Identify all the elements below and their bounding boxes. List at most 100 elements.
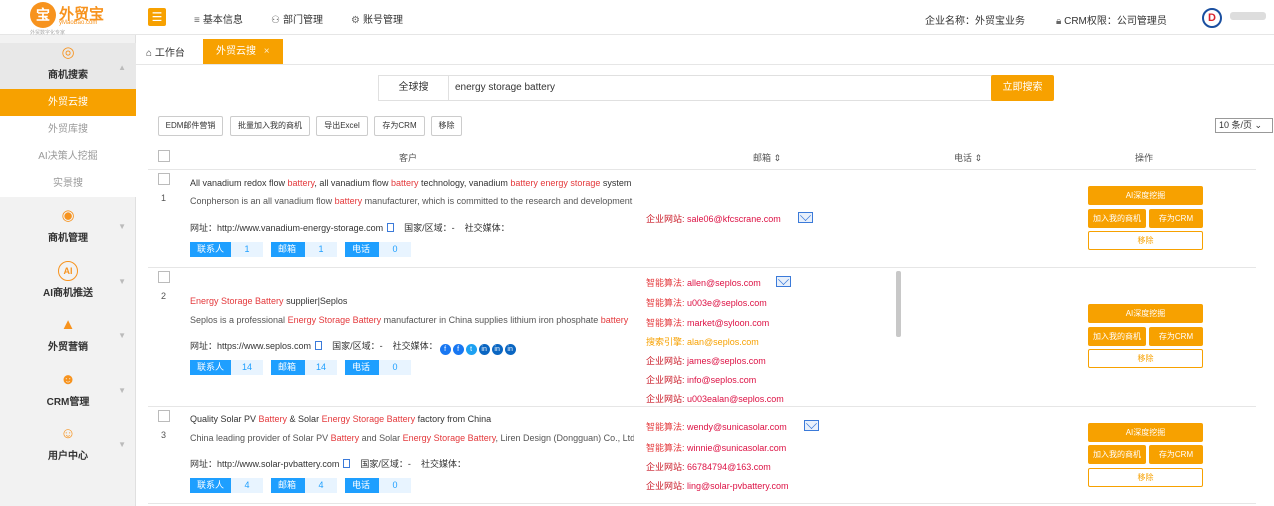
- mail-icon[interactable]: [798, 212, 813, 223]
- sidebar-item-cloud-search[interactable]: 外贸云搜: [0, 89, 136, 116]
- email-source: 智能算法:: [646, 278, 685, 288]
- avatar[interactable]: D: [1202, 8, 1222, 28]
- email-address[interactable]: info@seplos.com: [687, 375, 756, 385]
- remove-row-button[interactable]: 移除: [1088, 349, 1203, 368]
- tag-value: 0: [379, 242, 412, 257]
- search-button[interactable]: 立即搜索: [991, 75, 1054, 101]
- contacts-tag[interactable]: 联系人 14: [190, 360, 271, 375]
- add-opportunity-button[interactable]: 加入我的商机: [1088, 445, 1146, 464]
- email-entry: 智能算法: wendy@sunicasolar.com: [646, 420, 787, 433]
- phone-tag[interactable]: 电话 0: [345, 242, 419, 257]
- mail-icon[interactable]: [776, 276, 791, 287]
- email-scrollbar[interactable]: [896, 271, 901, 337]
- copy-icon[interactable]: [387, 223, 395, 232]
- copy-icon[interactable]: [315, 341, 323, 350]
- linkedin-icon[interactable]: in: [478, 344, 490, 355]
- search-input[interactable]: energy storage battery: [455, 76, 555, 100]
- country-value: -: [379, 341, 383, 351]
- phone-tag[interactable]: 电话 0: [345, 478, 419, 493]
- email-address[interactable]: alan@seplos.com: [687, 337, 759, 347]
- search-scope-select[interactable]: 全球搜: [379, 76, 449, 100]
- sidebar-group-marketing[interactable]: ▲ 外贸营销 ▼: [0, 315, 136, 365]
- tab-cloud-search[interactable]: 外贸云搜 ×: [203, 39, 283, 64]
- email-address[interactable]: market@syloon.com: [687, 318, 769, 328]
- email-address[interactable]: sale06@kfcscrane.com: [687, 214, 781, 224]
- contacts-tag[interactable]: 联系人 4: [190, 478, 271, 493]
- email-tag[interactable]: 邮箱 4: [271, 478, 345, 493]
- edm-marketing-button[interactable]: EDM邮件营销: [158, 116, 223, 136]
- menu-toggle-button[interactable]: ☰: [148, 8, 166, 26]
- batch-add-button[interactable]: 批量加入我的商机: [230, 116, 310, 136]
- sidebar-group-opportunity-search[interactable]: ◎ 商机搜索 ▲: [0, 43, 136, 91]
- save-crm-button[interactable]: 存为CRM: [1149, 327, 1203, 346]
- save-crm-button[interactable]: 存为CRM: [1149, 445, 1203, 464]
- row-checkbox[interactable]: [158, 173, 170, 185]
- row-checkbox[interactable]: [158, 410, 170, 422]
- email-address[interactable]: allen@seplos.com: [687, 278, 761, 288]
- email-address[interactable]: u003ealan@seplos.com: [687, 394, 784, 404]
- save-crm-button[interactable]: 存为CRM: [1149, 209, 1203, 228]
- email-tag[interactable]: 邮箱 14: [271, 360, 345, 375]
- page-size-select[interactable]: 10 条/页 ⌄: [1215, 118, 1273, 133]
- ai-deep-mining-button[interactable]: AI深度挖掘: [1088, 186, 1203, 205]
- email-address[interactable]: u003e@seplos.com: [687, 298, 767, 308]
- add-opportunity-button[interactable]: 加入我的商机: [1088, 209, 1146, 228]
- result-meta: 网址：https://www.seplos.com 国家/区域：- 社交媒体： f…: [190, 339, 516, 355]
- website-link[interactable]: https://www.seplos.com: [217, 341, 311, 351]
- add-opportunity-button[interactable]: 加入我的商机: [1088, 327, 1146, 346]
- facebook-icon[interactable]: f: [439, 344, 451, 355]
- select-all-checkbox[interactable]: [158, 150, 170, 162]
- highlight-keyword: Battery: [258, 414, 288, 424]
- logo[interactable]: 宝 外贸宝 yMaoBao.com 外贸数字化专家: [30, 2, 110, 36]
- sidebar-group-ai-push[interactable]: AI AI商机推送 ▼: [0, 261, 136, 311]
- linkedin-icon[interactable]: in: [504, 344, 516, 355]
- sidebar-item-library-search[interactable]: 外贸库搜: [0, 116, 136, 143]
- email-tag[interactable]: 邮箱 1: [271, 242, 345, 257]
- phone-tag[interactable]: 电话 0: [345, 360, 419, 375]
- text-segment: technology, vanadium: [418, 178, 511, 188]
- email-address[interactable]: winnie@sunicasolar.com: [687, 443, 786, 453]
- sidebar-group-crm[interactable]: ☻ CRM管理 ▼: [0, 370, 136, 420]
- facebook-icon[interactable]: f: [452, 344, 464, 355]
- ai-deep-mining-button[interactable]: AI深度挖掘: [1088, 304, 1203, 323]
- email-address[interactable]: wendy@sunicasolar.com: [687, 422, 787, 432]
- remove-row-button[interactable]: 移除: [1088, 468, 1203, 487]
- nav-department[interactable]: ⚇ 部门管理: [271, 11, 323, 26]
- sidebar-group-opportunity-management[interactable]: ◉ 商机管理 ▼: [0, 206, 136, 256]
- save-crm-button[interactable]: 存为CRM: [374, 116, 425, 136]
- text-segment: Seplos is a professional: [190, 315, 288, 325]
- sidebar-group-user-center[interactable]: ☺ 用户中心 ▼: [0, 424, 136, 474]
- search-globe-icon: ◎: [61, 44, 75, 61]
- column-phone[interactable]: 电话 ⇕: [954, 151, 982, 164]
- result-description: China leading provider of Solar PV Batte…: [190, 433, 634, 443]
- email-address[interactable]: james@seplos.com: [687, 356, 766, 366]
- nav-account[interactable]: ⚙ 账号管理: [351, 11, 403, 26]
- email-address[interactable]: 66784794@163.com: [687, 462, 771, 472]
- ai-deep-mining-button[interactable]: AI深度挖掘: [1088, 423, 1203, 442]
- user-name-blurred[interactable]: [1230, 12, 1266, 20]
- contacts-tag[interactable]: 联系人 1: [190, 242, 271, 257]
- country-value: -: [451, 223, 455, 233]
- column-email[interactable]: 邮箱 ⇕: [753, 151, 781, 164]
- remove-button[interactable]: 移除: [431, 116, 462, 136]
- row-checkbox[interactable]: [158, 271, 170, 283]
- tab-workbench[interactable]: ⌂ 工作台: [146, 44, 185, 59]
- email-address[interactable]: ling@solar-pvbattery.com: [687, 481, 789, 491]
- linkedin-icon[interactable]: in: [491, 344, 503, 355]
- remove-row-button[interactable]: 移除: [1088, 231, 1203, 250]
- sidebar-item-street-search[interactable]: 实景搜: [0, 170, 136, 197]
- close-icon[interactable]: ×: [264, 46, 270, 57]
- mail-icon[interactable]: [804, 420, 819, 431]
- highlight-keyword: Energy Storage Battery: [190, 296, 284, 306]
- website-link[interactable]: http://www.solar-pvbattery.com: [217, 459, 339, 469]
- twitter-icon[interactable]: t: [465, 344, 477, 355]
- result-title[interactable]: Quality Solar PV Battery & Solar Energy …: [190, 414, 634, 424]
- result-title[interactable]: Energy Storage Battery supplier|Seplos: [190, 296, 634, 306]
- nav-basic-info[interactable]: ≡ 基本信息: [194, 11, 243, 26]
- result-meta: 网址：http://www.solar-pvbattery.com 国家/区域：…: [190, 457, 466, 470]
- website-link[interactable]: http://www.vanadium-energy-storage.com: [217, 223, 383, 233]
- export-excel-button[interactable]: 导出Excel: [316, 116, 368, 136]
- result-title[interactable]: All vanadium redox flow battery, all van…: [190, 178, 634, 188]
- copy-icon[interactable]: [343, 459, 351, 468]
- sidebar-item-ai-decision-maker[interactable]: AI决策人挖掘: [0, 143, 136, 170]
